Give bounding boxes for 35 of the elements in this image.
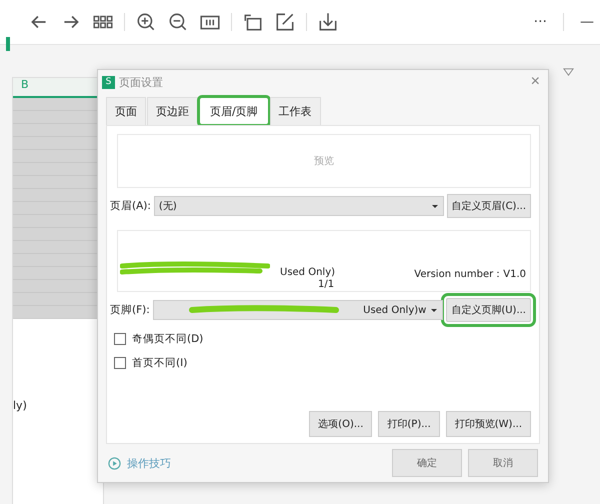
tab[interactable]: 工作表 [270,97,321,125]
custom-header-button[interactable]: 自定义页眉(C)... [446,194,531,218]
zoom-out-icon[interactable] [167,11,189,33]
edit-icon[interactable] [274,11,296,33]
more-button[interactable]: ··· [528,14,553,30]
footer-right-text: Version number：V1.0 [414,268,526,281]
play-circle-icon [108,456,121,470]
dialog-button[interactable]: 选项(O)... [309,411,372,437]
caret-icon [430,306,438,314]
minimize-button[interactable]: — [574,14,600,30]
checkbox[interactable] [114,357,126,369]
checkbox-label: 首页不同(I) [132,356,188,370]
footer-center-text: 1/1 [318,279,334,290]
app-logo: S [102,76,115,88]
dialog-button[interactable]: 取消 [468,449,538,477]
caret-icon [430,202,439,210]
checkbox[interactable] [114,333,126,345]
dialog-button[interactable]: 打印(P)... [378,411,440,437]
dialog-button[interactable]: 打印预览(W)... [446,411,531,437]
tab[interactable]: 页边距 [147,97,198,125]
dialog-title: 页面设置 [119,74,163,90]
header-dropdown[interactable]: (无) [154,196,444,216]
tab[interactable]: 页面 [106,97,146,125]
preview-label: 预览 [314,155,334,168]
dialog-button[interactable]: 确定 [392,449,462,477]
footer-left-text: Used Only) [280,267,336,278]
filter-icon[interactable] [563,67,574,78]
header-label: 页眉(A): [110,199,151,213]
sheet-tab-marker [6,37,10,51]
footer-dropdown[interactable]: Used Only)w [152,300,444,320]
download-icon[interactable] [317,11,339,33]
checkbox-label: 奇偶页不同(D) [132,332,204,346]
tab[interactable]: 页眉/页脚 [199,97,269,125]
footer-label: 页脚(F): [110,303,150,317]
zoom-in-icon[interactable] [135,11,157,33]
